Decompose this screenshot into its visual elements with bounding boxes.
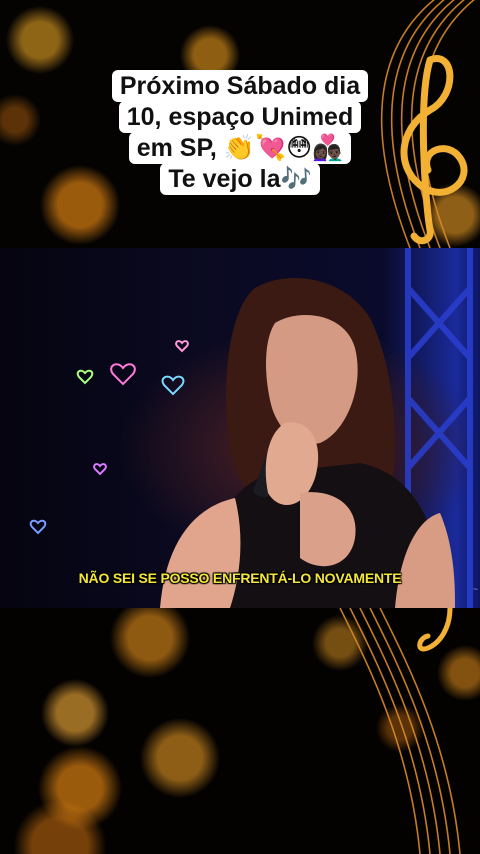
caption-line: Te vejo la🎶: [160, 163, 320, 195]
heart-icon: [29, 340, 189, 535]
top-background-band: Próximo Sábado dia 10, espaço Unimed em …: [0, 0, 480, 248]
caption-line: Próximo Sábado dia: [111, 70, 369, 102]
treble-clef-icon: [417, 608, 453, 652]
music-staff-icon: [339, 608, 461, 854]
watermark-logo: ~: [472, 584, 478, 594]
video-subtitle: NÃO SEI SE POSSO ENFRENTÁ-LO NOVAMENTE: [78, 570, 402, 586]
bottom-background-band: [0, 608, 480, 854]
caption-line: em SP, 👏💘😳👩🏿‍❤️‍👨🏿: [128, 132, 352, 164]
video-frame[interactable]: NÃO SEI SE POSSO ENFRENTÁ-LO NOVAMENTE ~: [0, 248, 480, 608]
caption-bubble: Próximo Sábado dia 10, espaço Unimed em …: [0, 70, 480, 195]
caption-line: 10, espaço Unimed: [118, 101, 362, 133]
singer-illustration: [29, 248, 473, 608]
